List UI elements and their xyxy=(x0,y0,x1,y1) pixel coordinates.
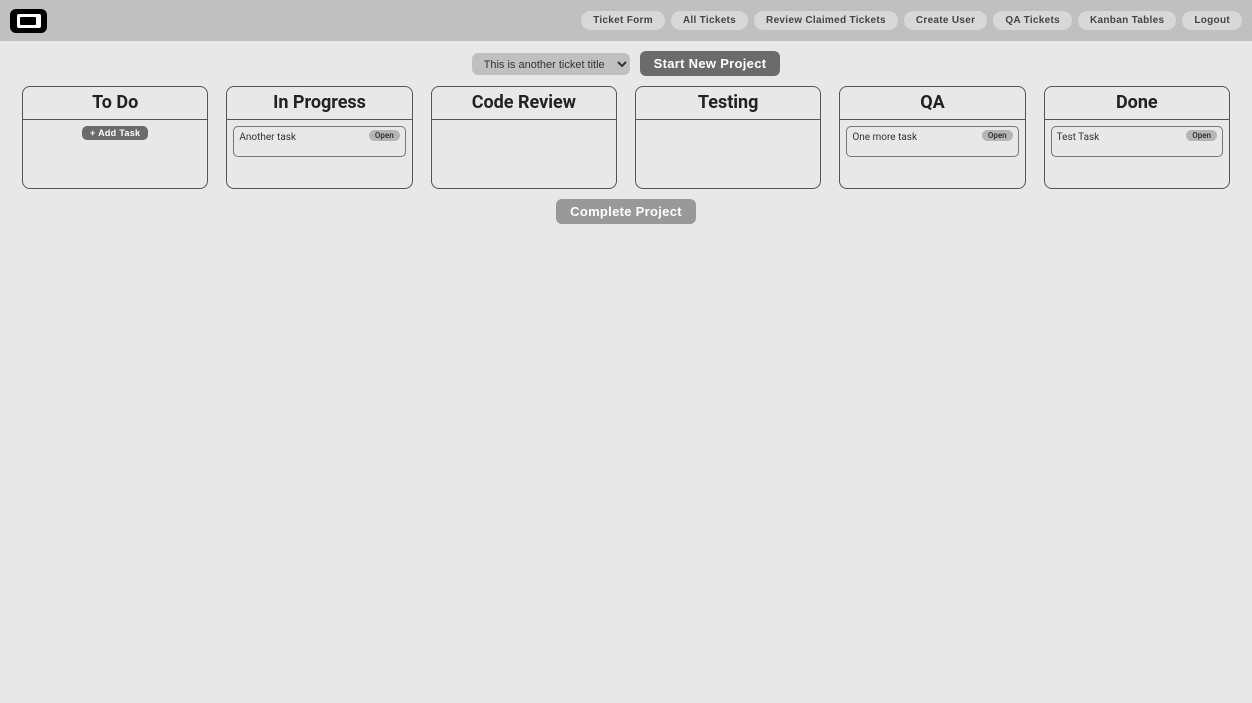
task-card[interactable]: Open One more task xyxy=(846,126,1018,157)
column-in-progress: In Progress Open Another task xyxy=(226,86,412,189)
column-header-done: Done xyxy=(1045,87,1229,120)
nav-create-user[interactable]: Create User xyxy=(904,11,987,30)
column-qa: QA Open One more task xyxy=(839,86,1025,189)
nav-review-claimed-tickets[interactable]: Review Claimed Tickets xyxy=(754,11,898,30)
nav-qa-tickets[interactable]: QA Tickets xyxy=(993,11,1072,30)
column-body-testing xyxy=(636,120,820,132)
nav-kanban-tables[interactable]: Kanban Tables xyxy=(1078,11,1176,30)
header-bar: Ticket Form All Tickets Review Claimed T… xyxy=(0,0,1252,41)
column-done: Done Open Test Task xyxy=(1044,86,1230,189)
nav-button-group: Ticket Form All Tickets Review Claimed T… xyxy=(581,11,1242,30)
nav-logout[interactable]: Logout xyxy=(1182,11,1242,30)
column-header-qa: QA xyxy=(840,87,1024,120)
column-body-todo: + Add Task xyxy=(23,120,207,146)
column-body-qa: Open One more task xyxy=(840,120,1024,163)
project-select[interactable]: This is another ticket title xyxy=(472,53,630,75)
nav-ticket-form[interactable]: Ticket Form xyxy=(581,11,665,30)
add-task-button[interactable]: + Add Task xyxy=(82,126,148,140)
task-card[interactable]: Open Test Task xyxy=(1051,126,1223,157)
column-header-in-progress: In Progress xyxy=(227,87,411,120)
app-logo-icon[interactable] xyxy=(10,9,47,33)
kanban-board: To Do + Add Task In Progress Open Anothe… xyxy=(0,86,1252,189)
column-body-done: Open Test Task xyxy=(1045,120,1229,163)
column-header-code-review: Code Review xyxy=(432,87,616,120)
footer-bar: Complete Project xyxy=(0,189,1252,234)
column-code-review: Code Review xyxy=(431,86,617,189)
column-body-in-progress: Open Another task xyxy=(227,120,411,163)
task-title: Test Task xyxy=(1057,132,1217,143)
project-toolbar: This is another ticket title Start New P… xyxy=(0,41,1252,86)
column-todo: To Do + Add Task xyxy=(22,86,208,189)
nav-all-tickets[interactable]: All Tickets xyxy=(671,11,748,30)
column-header-testing: Testing xyxy=(636,87,820,120)
complete-project-button[interactable]: Complete Project xyxy=(556,199,696,224)
task-title: Another task xyxy=(239,132,399,143)
start-new-project-button[interactable]: Start New Project xyxy=(640,51,781,76)
column-header-todo: To Do xyxy=(23,87,207,120)
task-title: One more task xyxy=(852,132,1012,143)
task-card[interactable]: Open Another task xyxy=(233,126,405,157)
column-testing: Testing xyxy=(635,86,821,189)
column-body-code-review xyxy=(432,120,616,132)
